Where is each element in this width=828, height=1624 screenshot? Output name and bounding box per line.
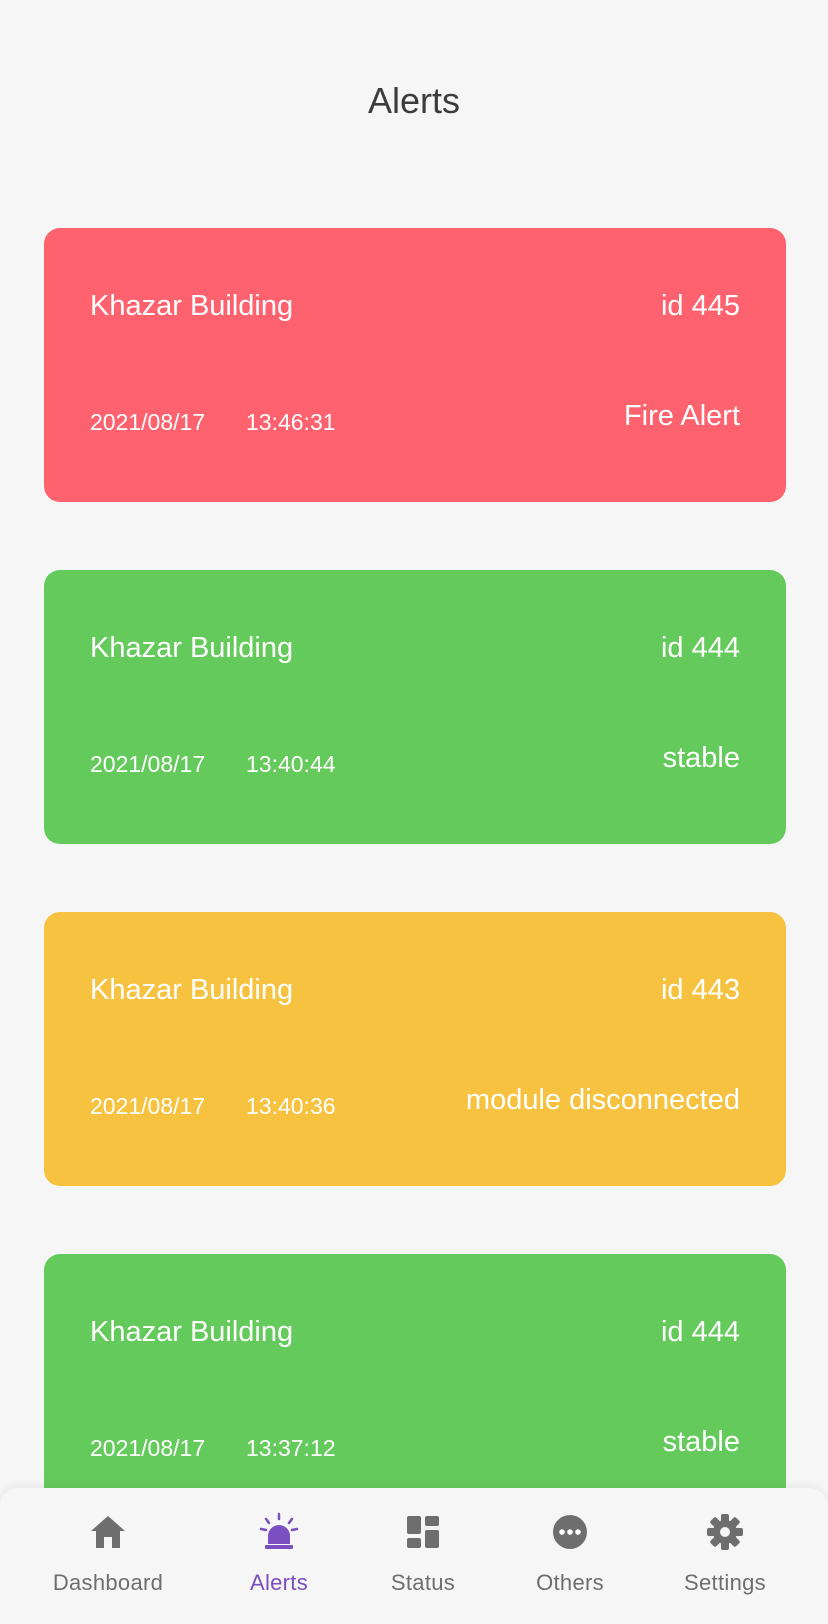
nav-item-alerts[interactable]: Alerts [204, 1488, 354, 1624]
alert-card[interactable]: Khazar Building id 443 2021/08/17 13:40:… [44, 912, 786, 1186]
nav-item-settings[interactable]: Settings [650, 1488, 800, 1624]
nav-label: Alerts [249, 1570, 309, 1595]
alert-date: 2021/08/17 [90, 751, 206, 777]
more-horizontal-icon [548, 1510, 592, 1554]
alert-card[interactable]: Khazar Building id 444 2021/08/17 13:37:… [44, 1254, 786, 1528]
gear-icon [703, 1510, 747, 1554]
alert-date: 2021/08/17 [90, 1093, 206, 1119]
alert-date: 2021/08/17 [90, 1435, 206, 1461]
page-title: Alerts [367, 80, 461, 121]
nav-label: Settings [684, 1570, 766, 1595]
alert-status: module disconnected [465, 1084, 740, 1116]
alert-id: id 445 [660, 290, 740, 322]
alert-status: stable [662, 742, 740, 774]
nav-item-status[interactable]: Status [348, 1488, 498, 1624]
nav-label: Others [536, 1570, 604, 1595]
app-header: Alerts [0, 0, 828, 200]
alert-building: Khazar Building [90, 1316, 294, 1348]
alert-id: id 444 [660, 632, 740, 664]
alert-building: Khazar Building [90, 974, 294, 1006]
alert-time: 13:46:31 [246, 409, 336, 435]
dashboard-grid-icon [401, 1510, 445, 1554]
alert-card[interactable]: Khazar Building id 445 2021/08/17 13:46:… [44, 228, 786, 502]
alert-card[interactable]: Khazar Building id 444 2021/08/17 13:40:… [44, 570, 786, 844]
nav-item-dashboard[interactable]: Dashboard [33, 1488, 183, 1624]
alert-list: Khazar Building id 445 2021/08/17 13:46:… [44, 228, 786, 1596]
bottom-navigation: Dashboard Alerts Status Others Settings [0, 1488, 828, 1624]
alert-building: Khazar Building [90, 632, 294, 664]
alert-time: 13:40:36 [246, 1093, 336, 1119]
nav-item-others[interactable]: Others [495, 1488, 645, 1624]
siren-icon [257, 1510, 301, 1554]
alert-building: Khazar Building [90, 290, 294, 322]
home-icon [86, 1510, 130, 1554]
alert-time: 13:40:44 [246, 751, 336, 777]
alert-status: stable [662, 1426, 740, 1458]
nav-label: Dashboard [52, 1570, 164, 1595]
nav-label: Status [390, 1570, 456, 1595]
alert-time: 13:37:12 [246, 1435, 336, 1461]
alert-date: 2021/08/17 [90, 409, 206, 435]
alert-id: id 444 [660, 1316, 740, 1348]
alert-id: id 443 [660, 974, 740, 1006]
alert-status: Fire Alert [623, 400, 740, 432]
